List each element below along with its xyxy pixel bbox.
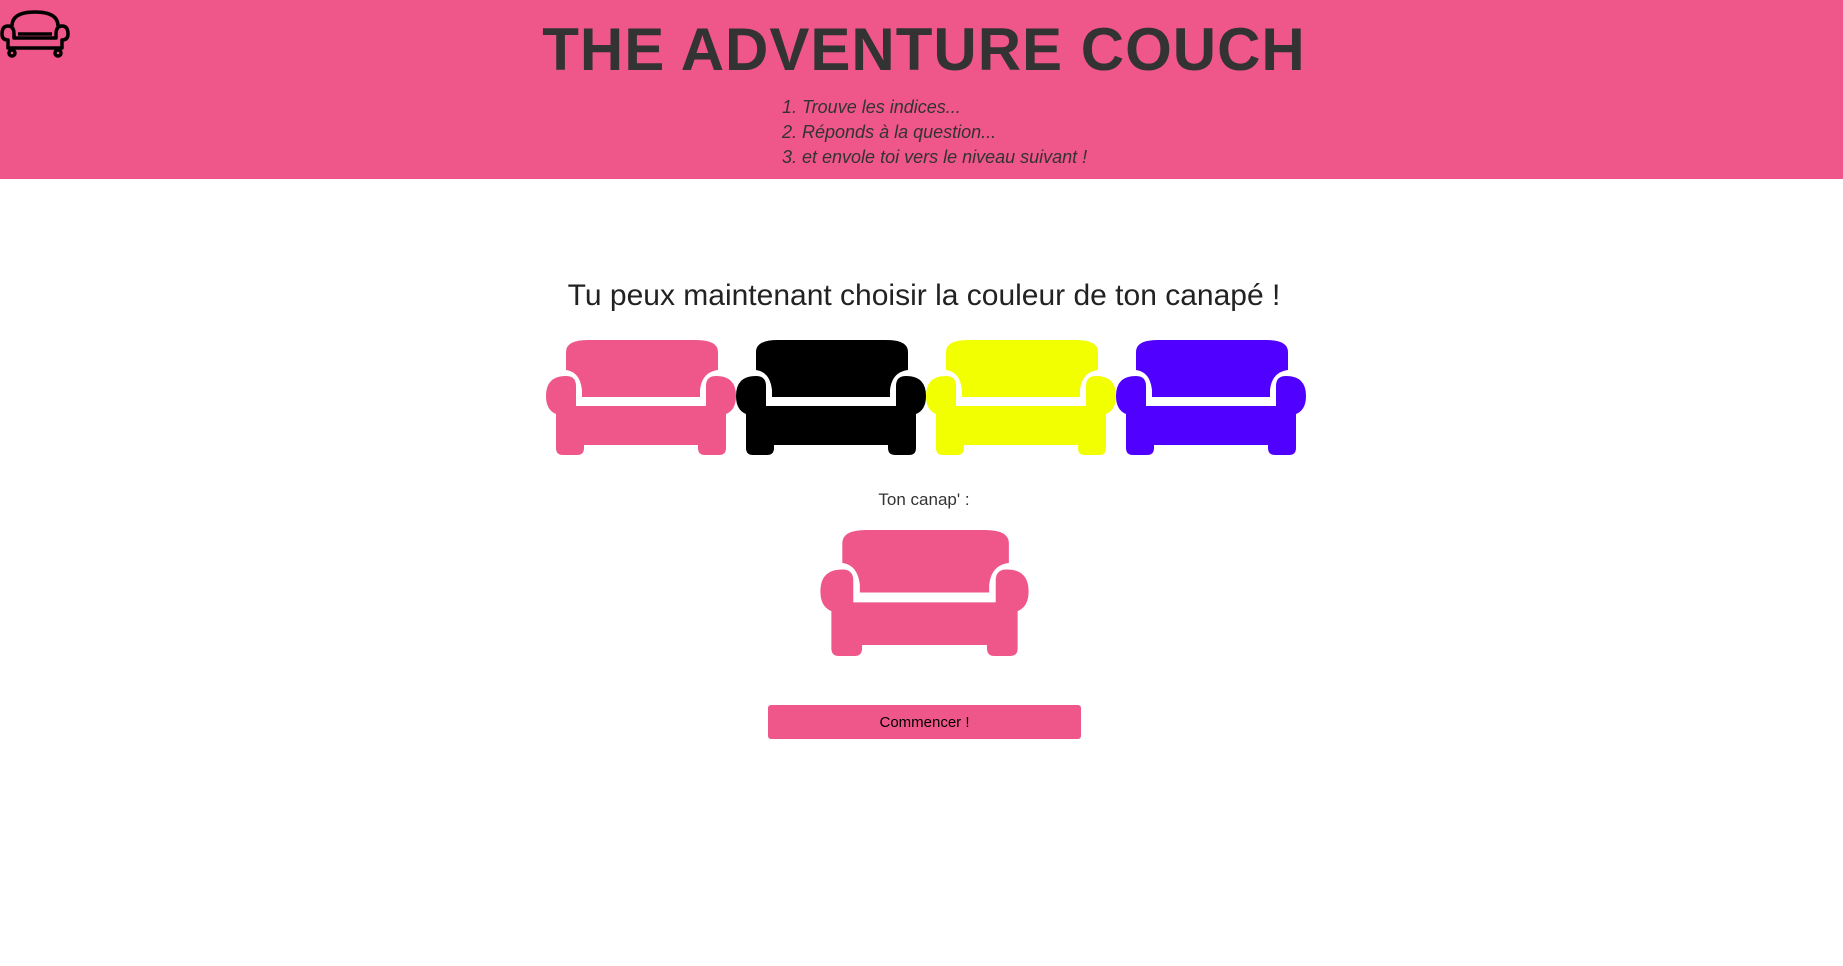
selected-couch-preview [820,530,1029,656]
couch-icon [736,340,926,455]
choose-color-heading: Tu peux maintenant choisir la couleur de… [567,279,1281,312]
step-item: 2. Réponds à la question... [782,122,997,142]
header-banner: THE ADVENTURE COUCH 1. Trouve les indice… [0,0,1843,179]
couch-icon [546,340,736,455]
selected-couch-label: Ton canap' : [878,490,970,509]
instruction-steps: 1. Trouve les indices... 2. Réponds à la… [782,95,1087,170]
couch-icon [926,340,1116,455]
couch-icon [1116,340,1306,455]
step-item: 3. et envole toi vers le niveau suivant … [782,147,1088,167]
couch-option-purple[interactable] [1116,340,1306,455]
start-button[interactable]: Commencer ! [768,705,1081,739]
couch-option-black[interactable] [736,340,926,455]
couch-icon [820,530,1029,656]
step-item: 1. Trouve les indices... [782,97,961,117]
couch-option-yellow[interactable] [926,340,1116,455]
couch-option-pink[interactable] [546,340,736,455]
page-title: THE ADVENTURE COUCH [542,16,1306,83]
couch-color-options [546,340,1306,455]
